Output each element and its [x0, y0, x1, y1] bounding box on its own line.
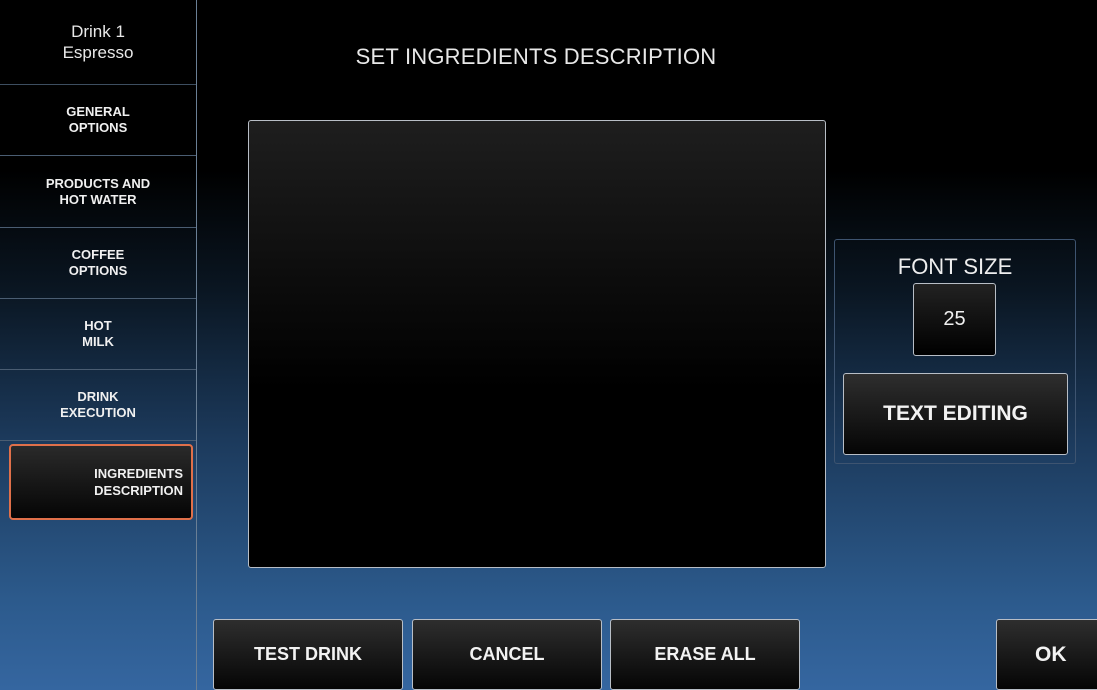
sidebar-item-hot-milk[interactable]: HOT MILK [0, 299, 196, 370]
ingredients-description-text-area[interactable] [248, 120, 826, 568]
sidebar-item-label: MILK [82, 334, 114, 349]
sidebar-item-label: OPTIONS [68, 263, 128, 278]
sidebar-item-label: HOT [84, 318, 112, 333]
drink-header: Drink 1 Espresso [0, 0, 196, 85]
page-title: SET INGREDIENTS DESCRIPTION [355, 44, 717, 69]
sidebar-item-label: EXECUTION [60, 405, 136, 420]
font-size-label: FONT SIZE [897, 254, 1013, 279]
sidebar-item-label: HOT WATER [59, 192, 137, 207]
font-size-value-button[interactable]: 25 [913, 283, 996, 356]
sidebar-item-general-options[interactable]: GENERAL OPTIONS [0, 85, 196, 156]
drink-name: Espresso [62, 43, 134, 62]
sidebar-item-coffee-options[interactable]: COFFEE OPTIONS [0, 228, 196, 299]
text-editing-button[interactable]: TEXT EDITING [843, 373, 1068, 455]
sidebar-item-ingredients-description[interactable]: INGREDIENTS DESCRIPTION [9, 444, 193, 520]
sidebar: Drink 1 Espresso GENERAL OPTIONS PRODUCT… [0, 0, 197, 690]
drink-number: Drink 1 [71, 22, 125, 41]
cancel-button[interactable]: CANCEL [412, 619, 602, 690]
sidebar-item-label: OPTIONS [68, 120, 128, 135]
erase-all-button[interactable]: ERASE ALL [610, 619, 800, 690]
sidebar-item-label: INGREDIENTS [94, 466, 183, 481]
sidebar-item-label: DRINK [77, 389, 119, 404]
screen: Drink 1 Espresso GENERAL OPTIONS PRODUCT… [0, 0, 1097, 690]
sidebar-item-label: GENERAL [66, 104, 130, 119]
sidebar-item-products-and-hot-water[interactable]: PRODUCTS AND HOT WATER [0, 157, 196, 228]
sidebar-item-label: DESCRIPTION [94, 483, 183, 498]
ok-button[interactable]: OK [996, 619, 1097, 690]
test-drink-button[interactable]: TEST DRINK [213, 619, 403, 690]
sidebar-item-label: PRODUCTS AND [45, 176, 151, 191]
sidebar-item-label: COFFEE [71, 247, 125, 262]
sidebar-item-drink-execution[interactable]: DRINK EXECUTION [0, 370, 196, 441]
